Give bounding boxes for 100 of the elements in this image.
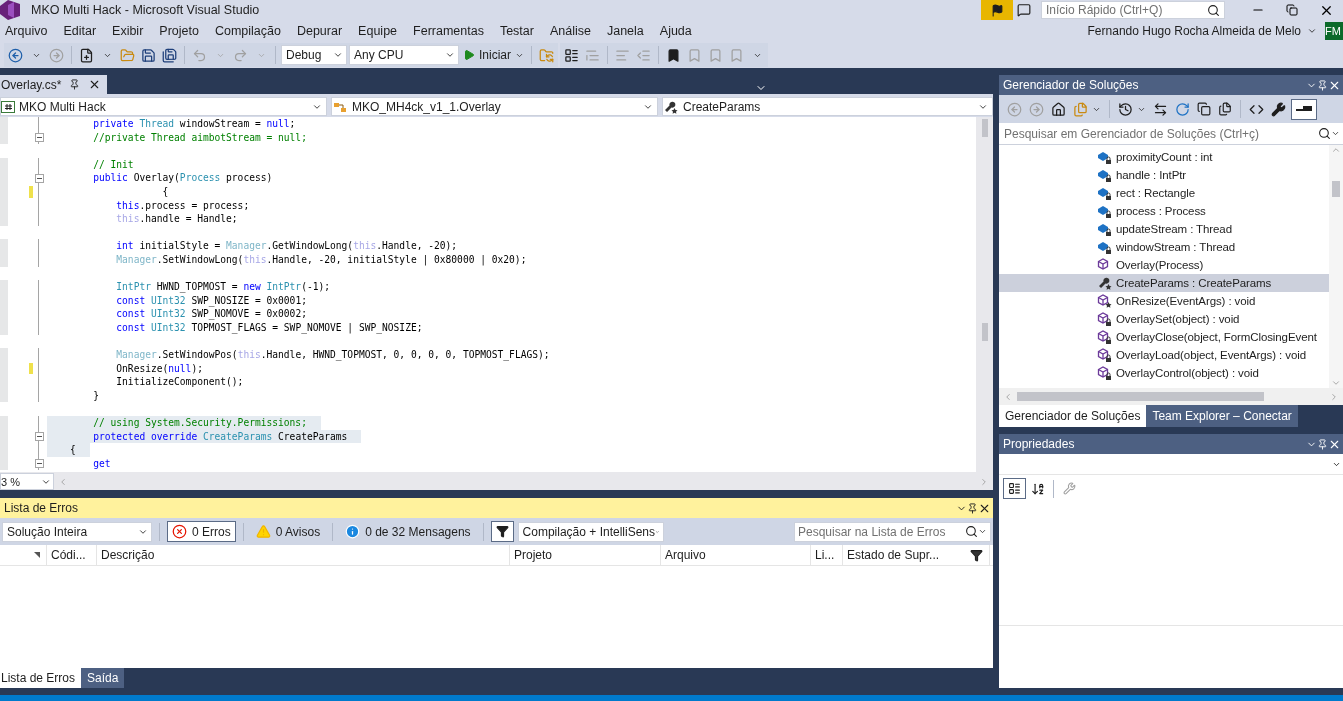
tree-item[interactable]: windowStream : Thread [999, 238, 1329, 256]
platform-dropdown[interactable]: Any CPU [349, 45, 459, 65]
tree-item[interactable]: CreateParams : CreateParams [999, 274, 1329, 292]
panel-tab[interactable]: Saída [81, 668, 125, 688]
forward-icon [1029, 101, 1044, 117]
warning-icon [255, 524, 271, 539]
save-all-icon [162, 47, 177, 63]
preview-icon [1296, 104, 1312, 114]
new-file-icon [79, 47, 94, 63]
tree-item[interactable]: OverlayClose(object, FormClosingEvent [999, 328, 1329, 346]
field-lock-icon [1097, 149, 1113, 165]
tree-item[interactable]: OverlayControl(object) : void [999, 364, 1329, 382]
filter-toggle[interactable]: 0 Erros [167, 521, 236, 542]
scope-dropdown[interactable]: Solução Inteira [2, 521, 152, 542]
csharp-file-icon [1, 100, 15, 113]
panel-tab[interactable]: Lista de Erros [0, 668, 82, 688]
caret-icon [1331, 129, 1340, 138]
type-dropdown[interactable]: MKO_MH4ck_v1_1.Overlay [331, 97, 658, 116]
code-line: Manager.SetWindowPos(this.Handle, HWND_TOPMOST, 0, 0, 0, 0, TOPMOST_FLAGS); [115, 348, 551, 362]
scrollbar-thumb[interactable] [981, 323, 988, 341]
tab-label: Overlay.cs* [1, 77, 62, 92]
tree-item[interactable]: rect : Rectangle [999, 184, 1329, 202]
menu-item[interactable]: Ferramentas [405, 21, 492, 41]
sort-icon [1031, 481, 1045, 496]
clear-filter-button[interactable] [490, 521, 514, 542]
feedback-icon [1017, 3, 1031, 17]
column-header[interactable]: Arquivo [661, 545, 811, 565]
configuration-dropdown[interactable]: Debug [281, 45, 347, 65]
scrollbar-thumb[interactable] [1017, 392, 1264, 401]
start-button[interactable]: Iniciar [461, 44, 526, 66]
horizontal-scrollbar[interactable] [54, 473, 993, 490]
tree-item[interactable]: updateStream : Thread [999, 220, 1329, 238]
cube-lock-icon [1097, 311, 1113, 327]
code-line: Manager.SetWindowLong(this.Handle, -20, initialStyle | 0x80000 | 0x20); [115, 252, 528, 267]
tree-item[interactable]: OverlayLoad(object, EventArgs) : void [999, 346, 1329, 364]
project-dropdown[interactable]: MKO Multi Hack [0, 97, 327, 116]
categorized-button[interactable] [1003, 478, 1026, 499]
source-dropdown[interactable]: Compilação + IntelliSens [517, 521, 664, 542]
save-icon [141, 47, 156, 63]
tree-item[interactable]: Overlay(Process) [999, 256, 1329, 274]
document-tab[interactable]: Overlay.cs* [0, 75, 108, 94]
tree-item[interactable]: proximityCount : int [999, 148, 1329, 166]
notification-button[interactable] [981, 0, 1013, 20]
filter-toggle[interactable]: 0 de 32 Mensagens [340, 521, 476, 542]
text-icon [585, 47, 600, 63]
menu-item[interactable]: Arquivo [0, 21, 56, 41]
back-icon [8, 47, 23, 63]
lines-icon [615, 47, 630, 63]
menu-item[interactable]: Janela [598, 21, 652, 41]
collapse-toggle[interactable] [34, 132, 44, 142]
scrollbar-thumb[interactable] [1332, 181, 1340, 197]
sync-icon [1153, 101, 1168, 117]
tree-item[interactable]: handle : IntPtr [999, 166, 1329, 184]
menu-item[interactable]: Compilação [206, 21, 289, 41]
caret-icon [978, 527, 987, 536]
vertical-scrollbar[interactable] [976, 117, 993, 472]
visual-studio-logo [0, 0, 20, 20]
column-header[interactable]: Projeto [510, 545, 661, 565]
forward-icon [49, 47, 64, 63]
menu-item[interactable]: Depurar [288, 21, 351, 41]
code-line: IntPtr HWND_TOPMOST = new IntPtr(-1); [115, 280, 332, 294]
tree-item[interactable]: OnResize(EventArgs) : void [999, 292, 1329, 310]
collapse-toggle[interactable] [34, 459, 44, 469]
menu-item[interactable]: Ajuda [651, 21, 700, 41]
filter-toggle[interactable]: 0 Avisos [250, 521, 326, 542]
wrench-icon [1271, 101, 1286, 117]
views-icon [1073, 101, 1088, 117]
pin-icon [1317, 438, 1328, 450]
code-line: get [92, 456, 112, 471]
vertical-scrollbar[interactable] [1329, 145, 1343, 388]
member-dropdown[interactable]: CreateParams [662, 97, 993, 116]
column-header[interactable]: Códi... [47, 545, 97, 565]
field-lock-icon [1097, 203, 1113, 219]
tree-item[interactable]: process : Process [999, 202, 1329, 220]
menu-item[interactable]: Editar [55, 21, 105, 41]
list-icon [564, 47, 579, 63]
scroll-right-icon [1329, 391, 1339, 402]
preview-button[interactable] [1291, 98, 1317, 120]
menu-item[interactable]: Projeto [151, 21, 207, 41]
cube-star-icon [1097, 293, 1113, 309]
menu-item[interactable]: Exibir [104, 21, 152, 41]
column-header[interactable]: Descrição [97, 545, 510, 565]
menu-item[interactable]: Testar [491, 21, 542, 41]
column-header[interactable]: Estado de Supr... [843, 545, 990, 565]
panel-tab[interactable]: Team Explorer – Conectar [1146, 405, 1298, 427]
collapse-toggle[interactable] [34, 173, 44, 183]
scroll-left-icon [58, 476, 68, 487]
bookmark-icon [729, 47, 744, 63]
search-field[interactable]: Pesquisar na Lista de Erros [794, 521, 991, 542]
menu-item[interactable]: Análise [541, 21, 599, 41]
column-header[interactable]: Li... [811, 545, 843, 565]
panel-tab[interactable]: Gerenciador de Soluções [999, 405, 1147, 427]
tree-item[interactable]: OverlaySet(object) : void [999, 310, 1329, 328]
collapse-toggle[interactable] [34, 431, 44, 441]
menu-item[interactable]: Equipe [350, 21, 406, 41]
code-line: //private Thread aimbotStream = null; [92, 130, 308, 145]
quick-launch-field[interactable]: Início Rápido (Ctrl+Q) [1041, 1, 1225, 19]
horizontal-scrollbar[interactable] [999, 388, 1343, 405]
zoom-dropdown[interactable]: 3 % [0, 473, 54, 490]
scrollbar-thumb[interactable] [981, 119, 988, 137]
